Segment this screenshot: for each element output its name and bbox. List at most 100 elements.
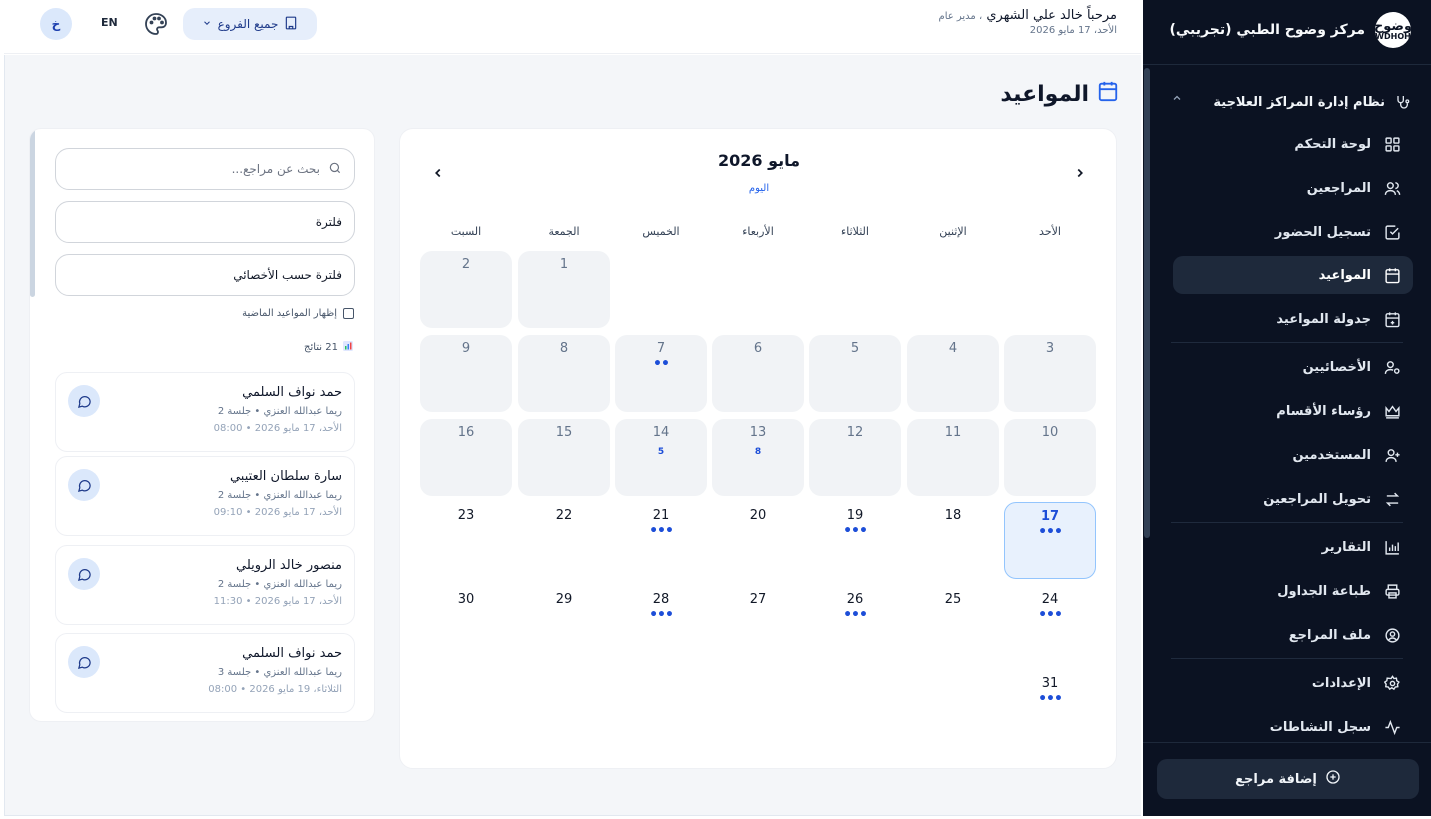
sidebar-item-scheduling[interactable]: جدولة المواعيد <box>1173 300 1413 338</box>
calendar-day[interactable]: 26 ••• <box>809 586 901 663</box>
day-number: 31 <box>1041 676 1059 691</box>
sidebar-item-label: الإعدادات <box>1311 675 1371 691</box>
calendar-day[interactable]: 10 <box>1004 419 1096 496</box>
calendar-day[interactable]: 2 <box>420 251 512 328</box>
appointment-card[interactable]: حمد نواف السلمي ريما عبدالله العنزي • جلس… <box>55 372 355 452</box>
add-patient-button[interactable]: إضافة مراجع <box>1157 759 1419 799</box>
sidebar-item-print[interactable]: طباعة الجداول <box>1173 572 1413 610</box>
calendar-day[interactable]: 22 <box>518 502 610 579</box>
patient-name: سارة سلطان العتيبي <box>229 469 342 484</box>
calendar-day[interactable]: 16 <box>420 419 512 496</box>
appointment-dots: ••• <box>843 523 868 539</box>
sidebar-item-reports[interactable]: التقارير <box>1173 528 1413 566</box>
top-bar: مرحباً خالد علي الشهري ، مدير عام الأحد،… <box>4 0 1141 54</box>
appointment-dots: ••• <box>843 607 868 623</box>
message-icon[interactable] <box>68 385 100 417</box>
calendar-day[interactable]: 13 8 <box>712 419 804 496</box>
sidebar-item-appointments[interactable]: المواعيد <box>1173 256 1413 294</box>
sidebar-item-dept-heads[interactable]: رؤساء الأقسام <box>1173 392 1413 430</box>
page-title: المواعيد <box>1000 80 1119 108</box>
sidebar-item-users[interactable]: المستخدمين <box>1173 436 1413 474</box>
search-input[interactable]: بحث عن مراجع... <box>55 148 355 190</box>
brand[interactable]: وضوح WDHOH مركز وضوح الطبي (تجريبي) <box>1143 0 1431 60</box>
day-number: 16 <box>457 425 475 440</box>
day-number: 18 <box>944 508 962 523</box>
message-icon[interactable] <box>68 558 100 590</box>
specialist-filter-select[interactable]: فلترة حسب الأخصائي <box>55 254 355 296</box>
sidebar-item-patient-file[interactable]: ملف المراجع <box>1173 616 1413 654</box>
appointment-dots: ••• <box>1038 691 1063 707</box>
appointment-dots: •• <box>653 356 670 372</box>
calendar-day[interactable]: 8 <box>518 335 610 412</box>
calendar-day[interactable]: 12 <box>809 419 901 496</box>
sidebar-item-activity-log[interactable]: سجل النشاطات <box>1173 708 1413 746</box>
plus-circle-icon <box>1325 769 1341 789</box>
avatar[interactable]: خ <box>40 8 72 40</box>
appointment-dots: ••• <box>649 523 674 539</box>
today-label[interactable]: اليوم <box>749 183 769 194</box>
show-past-label: إظهار المواعيد الماضية <box>242 308 337 319</box>
calendar-day[interactable]: 23 <box>420 502 512 579</box>
day-number: 19 <box>846 508 864 523</box>
sidebar-item-specialists[interactable]: الأخصائيين <box>1173 348 1413 386</box>
calendar-day[interactable]: 28 ••• <box>615 586 707 663</box>
calendar-day[interactable]: 21 ••• <box>615 502 707 579</box>
chevron-up-icon[interactable] <box>1171 92 1183 107</box>
message-icon[interactable] <box>68 469 100 501</box>
filter-select[interactable]: فلترة <box>55 201 355 243</box>
next-month-button[interactable] <box>428 163 448 183</box>
day-number: 3 <box>1045 341 1055 356</box>
sidebar-item-patients[interactable]: المراجعين <box>1173 169 1413 207</box>
list-scrollbar[interactable] <box>30 129 35 297</box>
calendar-day[interactable]: 5 <box>809 335 901 412</box>
users-icon <box>1383 179 1401 197</box>
sidebar-scrollbar[interactable] <box>1144 68 1150 538</box>
greeting: مرحباً خالد علي الشهري ، مدير عام الأحد،… <box>939 8 1118 36</box>
sidebar-item-dashboard[interactable]: لوحة التحكم <box>1173 125 1413 163</box>
show-past-toggle[interactable]: إظهار المواعيد الماضية <box>242 308 354 319</box>
calendar-day[interactable]: 14 5 <box>615 419 707 496</box>
today-link[interactable]: اليوم <box>400 183 1118 194</box>
language-toggle[interactable]: EN <box>101 16 118 29</box>
calendar-day[interactable]: 24 ••• <box>1004 586 1096 663</box>
sidebar-item-referrals[interactable]: تحويل المراجعين <box>1173 480 1413 518</box>
palette-icon[interactable] <box>144 12 168 36</box>
calendar-day[interactable]: 20 <box>712 502 804 579</box>
message-icon[interactable] <box>68 646 100 678</box>
calendar-day[interactable]: 31 ••• <box>1004 670 1096 747</box>
calendar-day[interactable]: 9 <box>420 335 512 412</box>
sidebar-item-attendance[interactable]: تسجيل الحضور <box>1173 213 1413 251</box>
branch-selector[interactable]: جميع الفروع <box>183 8 317 40</box>
calendar-day[interactable]: 1 <box>518 251 610 328</box>
sidebar-item-settings[interactable]: الإعدادات <box>1173 664 1413 702</box>
calendar-day[interactable]: 3 <box>1004 335 1096 412</box>
sidebar-item-label: المستخدمين <box>1292 447 1371 463</box>
search-icon <box>328 161 342 178</box>
appointment-count: 8 <box>754 447 762 457</box>
sidebar-item-label: لوحة التحكم <box>1294 136 1371 152</box>
calendar-day[interactable]: 27 <box>712 586 804 663</box>
appointment-dots: ••• <box>649 607 674 623</box>
calendar-day[interactable]: 4 <box>907 335 999 412</box>
system-section-header[interactable]: نظام إدارة المراكز العلاجية <box>1171 88 1411 116</box>
calendar-day[interactable]: 19 ••• <box>809 502 901 579</box>
appointment-datetime: الأحد، 17 مايو 2026 • 11:30 <box>213 596 342 607</box>
appointment-card[interactable]: حمد نواف السلمي ريما عبدالله العنزي • جلس… <box>55 633 355 713</box>
weekday-label: الأحد <box>1039 225 1061 238</box>
calendar-day[interactable]: 29 <box>518 586 610 663</box>
calendar-day[interactable]: 15 <box>518 419 610 496</box>
show-past-checkbox[interactable] <box>343 308 354 319</box>
calendar-day[interactable]: 25 <box>907 586 999 663</box>
greeting-prefix: مرحباً <box>1086 8 1117 23</box>
day-number: 11 <box>944 425 962 440</box>
calendar-day[interactable]: 11 <box>907 419 999 496</box>
calendar-day[interactable]: 7 •• <box>615 335 707 412</box>
calendar-day[interactable]: 18 <box>907 502 999 579</box>
appointment-card[interactable]: منصور خالد الرويلي ريما عبدالله العنزي • … <box>55 545 355 625</box>
calendar-day[interactable]: 30 <box>420 586 512 663</box>
divider <box>1143 742 1431 743</box>
sidebar-item-label: تسجيل الحضور <box>1274 224 1371 240</box>
calendar-day[interactable]: 6 <box>712 335 804 412</box>
appointment-card[interactable]: سارة سلطان العتيبي ريما عبدالله العنزي • … <box>55 456 355 536</box>
calendar-day-today[interactable]: 17 ••• <box>1004 502 1096 579</box>
